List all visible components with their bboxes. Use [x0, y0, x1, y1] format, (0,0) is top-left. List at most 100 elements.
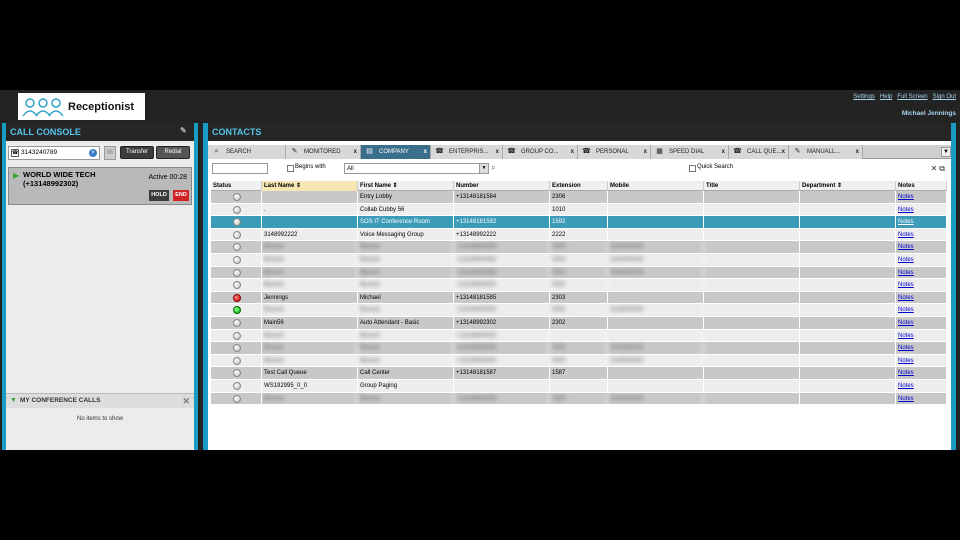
- close-icon[interactable]: ✕: [931, 164, 940, 173]
- tab-speed-dial[interactable]: ▦ SPEED DIAL x: [651, 145, 729, 159]
- table-row[interactable]: Entry Lobby +13148181584 2306 Notes: [211, 191, 947, 204]
- column-header-notes[interactable]: Notes: [896, 181, 947, 191]
- column-header-first-name[interactable]: First Name ⇕: [358, 181, 454, 191]
- table-row[interactable]: Blurred Blurred +13148000000 0000 3140000000…: [211, 392, 947, 406]
- status-cell: [211, 216, 262, 229]
- column-header-title[interactable]: Title: [704, 181, 800, 191]
- table-row[interactable]: WS192995_0_0 Group Paging Notes: [211, 379, 947, 393]
- table-row[interactable]: Test Call Queue Call Center +13148181587 15…: [211, 367, 947, 380]
- tab-close-icon[interactable]: x: [424, 145, 427, 159]
- tab-enterpris[interactable]: ☎ ENTERPRIS... x: [431, 145, 503, 159]
- clear-icon[interactable]: ×: [89, 149, 97, 157]
- tab-close-icon[interactable]: x: [722, 145, 725, 159]
- notes-link[interactable]: Notes: [898, 345, 914, 351]
- conference-calls-header[interactable]: ▼ MY CONFERENCE CALLS ✕: [6, 394, 194, 408]
- tab-close-icon[interactable]: x: [856, 145, 859, 159]
- table-row[interactable]: Blurred Blurred +13148000000 0000 3140000000…: [211, 241, 947, 254]
- phone-icon: ☎: [507, 148, 516, 155]
- notes-link[interactable]: Notes: [898, 307, 914, 313]
- tab-personal[interactable]: ☎ PERSONAL x: [578, 145, 651, 159]
- end-button[interactable]: END: [173, 190, 189, 201]
- notes-link[interactable]: Notes: [898, 383, 914, 389]
- sort-icon: ⇕: [391, 183, 398, 189]
- table-row[interactable]: Blurred Blurred +13148000000 0000 3140000000…: [211, 354, 947, 368]
- cell-empty: [704, 367, 800, 380]
- notes-link[interactable]: Notes: [898, 295, 914, 301]
- tab-overflow-button[interactable]: ▼: [941, 147, 951, 157]
- table-row[interactable]: Blurred Blurred +13148000000 0000 3140000000…: [211, 304, 947, 317]
- begins-with-checkbox[interactable]: [287, 165, 294, 172]
- column-header-department[interactable]: Department ⇕: [800, 181, 896, 191]
- table-row[interactable]: . Collab Cubby 56 1010 Notes: [211, 203, 947, 217]
- tab-close-icon[interactable]: x: [644, 145, 647, 159]
- dial-input[interactable]: ☎ 3143240789 ×: [8, 146, 100, 160]
- cell-empty: [800, 379, 896, 393]
- tab-group-co[interactable]: ☎ GROUP CO... x: [503, 145, 578, 159]
- active-call-card[interactable]: ▶ WORLD WIDE TECH (+13148992302) Active …: [8, 167, 192, 205]
- help-link[interactable]: Help: [880, 94, 892, 100]
- settings-link[interactable]: Settings: [853, 94, 875, 100]
- notes-link[interactable]: Notes: [898, 396, 914, 402]
- close-icon[interactable]: ✕: [182, 394, 190, 408]
- notes-link[interactable]: Notes: [898, 358, 914, 364]
- hold-button[interactable]: HOLD: [149, 190, 169, 201]
- column-header-last-name[interactable]: Last Name ⇕: [262, 181, 358, 191]
- cell-empty: [704, 228, 800, 242]
- table-row[interactable]: Main56 Auto Attendant - Basic +13148992302…: [211, 316, 947, 330]
- notes-link[interactable]: Notes: [898, 194, 914, 200]
- redial-button[interactable]: Redial: [156, 146, 190, 159]
- table-row[interactable]: 3148992222 Voice Messaging Group +13148992…: [211, 228, 947, 242]
- table-row[interactable]: Blurred Blurred +13148000000 0000 3140000000…: [211, 266, 947, 280]
- full-screen-link[interactable]: Full Screen: [897, 94, 927, 100]
- cell-ext: 2222: [550, 228, 608, 242]
- column-header-number[interactable]: Number: [454, 181, 550, 191]
- column-header-mobile[interactable]: Mobile: [608, 181, 704, 191]
- user-name: Michael Jennings: [901, 110, 956, 117]
- transfer-button[interactable]: Transfer: [120, 146, 154, 159]
- quick-search-checkbox[interactable]: [689, 165, 696, 172]
- notes-link[interactable]: Notes: [898, 270, 914, 276]
- cell-empty: [704, 316, 800, 330]
- directory-select-value: All: [347, 166, 354, 172]
- tab-close-icon[interactable]: x: [354, 145, 357, 159]
- tab-search[interactable]: ⌕ SEARCH: [208, 145, 286, 159]
- tab-call-que[interactable]: ☎ CALL QUE... x: [729, 145, 789, 159]
- notes-link[interactable]: Notes: [898, 219, 914, 225]
- table-row[interactable]: Jennings Michael +13148181585 2303 Notes: [211, 291, 947, 305]
- tab-close-icon[interactable]: x: [782, 145, 785, 159]
- table-row[interactable]: Blurred Blurred +13148000000 Notes: [211, 329, 947, 343]
- presence-red-icon: [233, 293, 241, 302]
- notes-link[interactable]: Notes: [898, 333, 914, 339]
- tab-close-icon[interactable]: x: [571, 145, 574, 159]
- table-row[interactable]: SOS IT Conference Room +13148181592 1592 No…: [211, 216, 947, 229]
- edit-icon[interactable]: ✎: [180, 127, 188, 135]
- cell-empty: [800, 291, 896, 305]
- tab-close-icon[interactable]: x: [496, 145, 499, 159]
- table-row[interactable]: Blurred Blurred +13148000000 0000 3140000000…: [211, 253, 947, 267]
- logo: Receptionist: [18, 93, 145, 120]
- search-input[interactable]: [212, 163, 268, 174]
- notes-link[interactable]: Notes: [898, 207, 914, 213]
- column-header-status[interactable]: Status: [211, 181, 262, 191]
- directory-select[interactable]: All ▼: [344, 163, 489, 174]
- search-icon[interactable]: ⌕: [491, 163, 495, 173]
- tab-company[interactable]: ▤ COMPANY x: [361, 145, 431, 159]
- cell-empty: [800, 241, 896, 254]
- cell-mobile: [608, 329, 704, 343]
- dial-button[interactable]: ☏: [104, 146, 116, 160]
- table-row[interactable]: Blurred Blurred +13148000000 0000 Notes: [211, 279, 947, 292]
- sign-out-link[interactable]: Sign Out: [933, 94, 956, 100]
- notes-link[interactable]: Notes: [898, 244, 914, 250]
- tab-monitored[interactable]: ✎ MONITORED x: [286, 145, 361, 159]
- phone-icon: ☎: [11, 149, 19, 157]
- notes-link[interactable]: Notes: [898, 257, 914, 263]
- tab-manuall[interactable]: ✎ MANUALL... x: [789, 145, 863, 159]
- popout-icon[interactable]: ⧉: [939, 164, 947, 173]
- notes-link[interactable]: Notes: [898, 320, 914, 326]
- call-console-panel: CALL CONSOLE ✎ ☎ 3143240789 × ☏ Transfer…: [2, 123, 198, 450]
- table-row[interactable]: Blurred Blurred +13148000000 0000 3140000000…: [211, 342, 947, 355]
- notes-link[interactable]: Notes: [898, 282, 914, 288]
- column-header-extension[interactable]: Extension: [550, 181, 608, 191]
- notes-link[interactable]: Notes: [898, 232, 914, 238]
- notes-link[interactable]: Notes: [898, 370, 914, 376]
